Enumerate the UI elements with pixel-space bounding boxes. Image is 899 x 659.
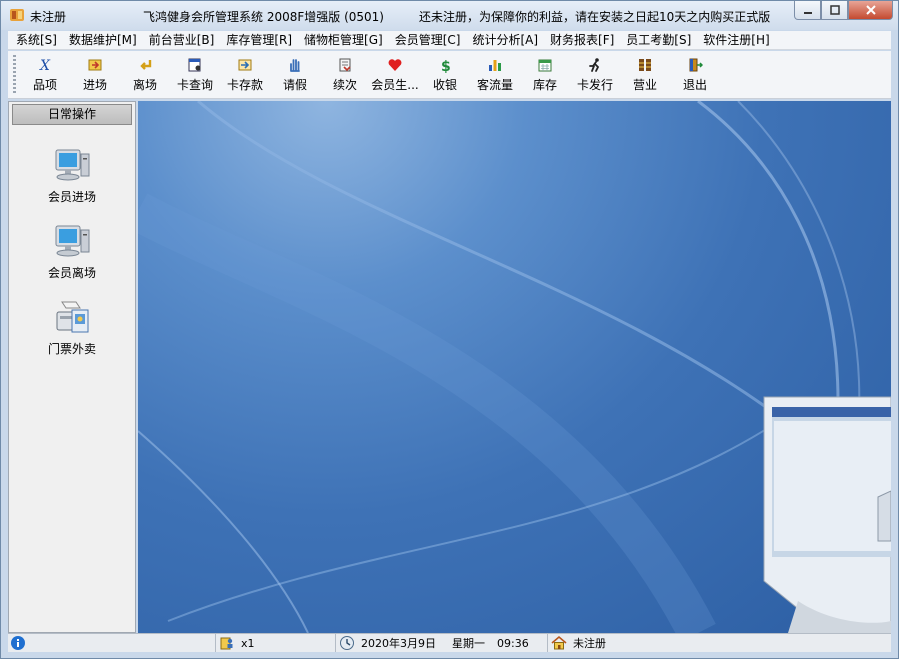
toolbar-label: 库存	[532, 78, 557, 92]
main-window: 未注册 飞鸿健身会所管理系统 2008F增强版 (0501) 还未注册，为保障你…	[0, 0, 899, 659]
status-register: 未注册	[573, 637, 606, 650]
shortcut-member-exit[interactable]: 会员离场	[9, 222, 135, 281]
toolbar-cashier-button[interactable]: $ 收银	[420, 52, 470, 96]
shortcut-label: 会员进场	[47, 190, 96, 204]
business-icon	[636, 56, 654, 74]
toolbar-label: 营业	[632, 78, 657, 92]
status-datetime-cell: 2020年3月9日 星期一 09:36	[335, 634, 547, 652]
toolbar-business-button[interactable]: 营业	[620, 52, 670, 96]
toolbar-card-search-button[interactable]: 卡查询	[170, 52, 220, 96]
user-list-icon	[220, 637, 233, 650]
status-info-cell	[10, 634, 215, 652]
window-title: 飞鸿健身会所管理系统 2008F增强版 (0501)	[143, 10, 384, 24]
maximize-icon	[829, 5, 840, 15]
toolbar-card-issue-button[interactable]: 卡发行	[570, 52, 620, 96]
toolbar-label: 续次	[332, 78, 357, 92]
leave-hand-icon	[286, 56, 304, 74]
menu-locker[interactable]: 储物柜管理[G]	[298, 31, 389, 49]
toolbar-label: 离场	[132, 78, 157, 92]
maximize-button[interactable]	[821, 1, 848, 20]
renew-icon	[336, 56, 354, 74]
shortcut-ticket-sale[interactable]: 门票外卖	[9, 298, 135, 357]
enter-icon	[86, 56, 104, 74]
clock-icon	[340, 636, 354, 650]
menu-data-maintenance[interactable]: 数据维护[M]	[63, 31, 143, 49]
toolbar-label: 进场	[82, 78, 107, 92]
toolbar-label: 客流量	[476, 78, 513, 92]
daily-operations-panel: 日常操作 会员进场 会员离场 门票外卖	[8, 101, 136, 633]
menu-statistics[interactable]: 统计分析[A]	[466, 31, 544, 49]
close-icon	[865, 5, 876, 15]
shortcut-member-enter[interactable]: 会员进场	[9, 146, 135, 205]
toolbar-label: 卡发行	[576, 78, 613, 92]
workspace-background	[138, 101, 891, 633]
toolbar-grip[interactable]	[13, 55, 16, 93]
window-title-status: 未注册	[30, 10, 67, 24]
panel-header: 日常操作	[12, 104, 132, 125]
card-deposit-icon	[236, 56, 254, 74]
computer-icon	[55, 225, 90, 257]
printer-icon	[56, 301, 89, 333]
menu-front-desk[interactable]: 前台营业[B]	[143, 31, 221, 49]
background-swirl	[138, 101, 891, 633]
toolbar-label: 退出	[682, 78, 707, 92]
toolbar-leave-button[interactable]: 请假	[270, 52, 320, 96]
toolbar-exit-button[interactable]: 离场	[120, 52, 170, 96]
bar-chart-icon	[486, 56, 504, 74]
toolbar-label: 卡存款	[226, 78, 263, 92]
toolbar-label: 品项	[32, 78, 57, 92]
status-weekday: 星期一	[452, 637, 485, 650]
toolbar-label: 请假	[282, 78, 307, 92]
toolbar-label: 会员生...	[371, 78, 419, 92]
svg-text:$: $	[441, 59, 451, 73]
status-register-cell: 未注册	[547, 634, 891, 652]
toolbar-renew-button[interactable]: 续次	[320, 52, 370, 96]
registration-notice: 还未注册，为保障你的利益，请在安装之日起10天之内购买正式版	[419, 10, 771, 24]
toolbar-stock-button[interactable]: 库存	[520, 52, 570, 96]
status-count: x1	[241, 636, 255, 650]
door-exit-icon	[686, 56, 704, 74]
info-icon	[11, 636, 25, 650]
menu-member[interactable]: 会员管理[C]	[389, 31, 467, 49]
svg-text:X: X	[39, 58, 51, 73]
item-icon: X	[36, 56, 54, 74]
status-bar: x1 2020年3月9日 星期一 09:36 未注册	[8, 633, 891, 652]
minimize-icon	[803, 12, 812, 14]
title-bar[interactable]: 未注册 飞鸿健身会所管理系统 2008F增强版 (0501) 还未注册，为保障你…	[1, 1, 898, 30]
status-date: 2020年3月9日	[361, 637, 436, 650]
shortcut-label: 门票外卖	[47, 342, 96, 356]
toolbar: X 品项 进场 离场 卡查询 卡存款 请假 续次 会员生... $ 收银 客流量…	[8, 51, 891, 99]
card-search-icon	[186, 56, 204, 74]
toolbar-quit-button[interactable]: 退出	[670, 52, 720, 96]
menu-finance[interactable]: 财务报表[F]	[544, 31, 620, 49]
app-logo-icon	[10, 9, 24, 21]
calendar-icon	[536, 56, 554, 74]
menu-system[interactable]: 系统[S]	[10, 31, 63, 49]
minimize-button[interactable]	[794, 1, 821, 20]
toolbar-member-birthday-button[interactable]: 会员生...	[370, 52, 420, 96]
toolbar-label: 卡查询	[176, 78, 213, 92]
close-button[interactable]	[848, 1, 893, 20]
exit-arrow-icon	[136, 56, 154, 74]
monitor-illustration	[763, 396, 891, 633]
menu-bar: 系统[S] 数据维护[M] 前台营业[B] 库存管理[R] 储物柜管理[G] 会…	[8, 31, 891, 50]
heart-icon	[386, 56, 404, 74]
window-controls	[794, 1, 893, 20]
toolbar-card-deposit-button[interactable]: 卡存款	[220, 52, 270, 96]
computer-icon	[55, 149, 90, 181]
menu-registration[interactable]: 软件注册[H]	[697, 31, 775, 49]
menu-attendance[interactable]: 员工考勤[S]	[620, 31, 697, 49]
home-icon	[551, 635, 567, 650]
runner-icon	[586, 56, 604, 74]
toolbar-traffic-button[interactable]: 客流量	[470, 52, 520, 96]
dollar-icon: $	[436, 56, 454, 74]
toolbar-label: 收银	[432, 78, 457, 92]
status-time: 09:36	[497, 636, 529, 650]
status-count-cell: x1	[215, 634, 335, 652]
toolbar-item-button[interactable]: X 品项	[20, 52, 70, 96]
menu-inventory[interactable]: 库存管理[R]	[220, 31, 298, 49]
shortcut-label: 会员离场	[47, 266, 96, 280]
toolbar-enter-button[interactable]: 进场	[70, 52, 120, 96]
